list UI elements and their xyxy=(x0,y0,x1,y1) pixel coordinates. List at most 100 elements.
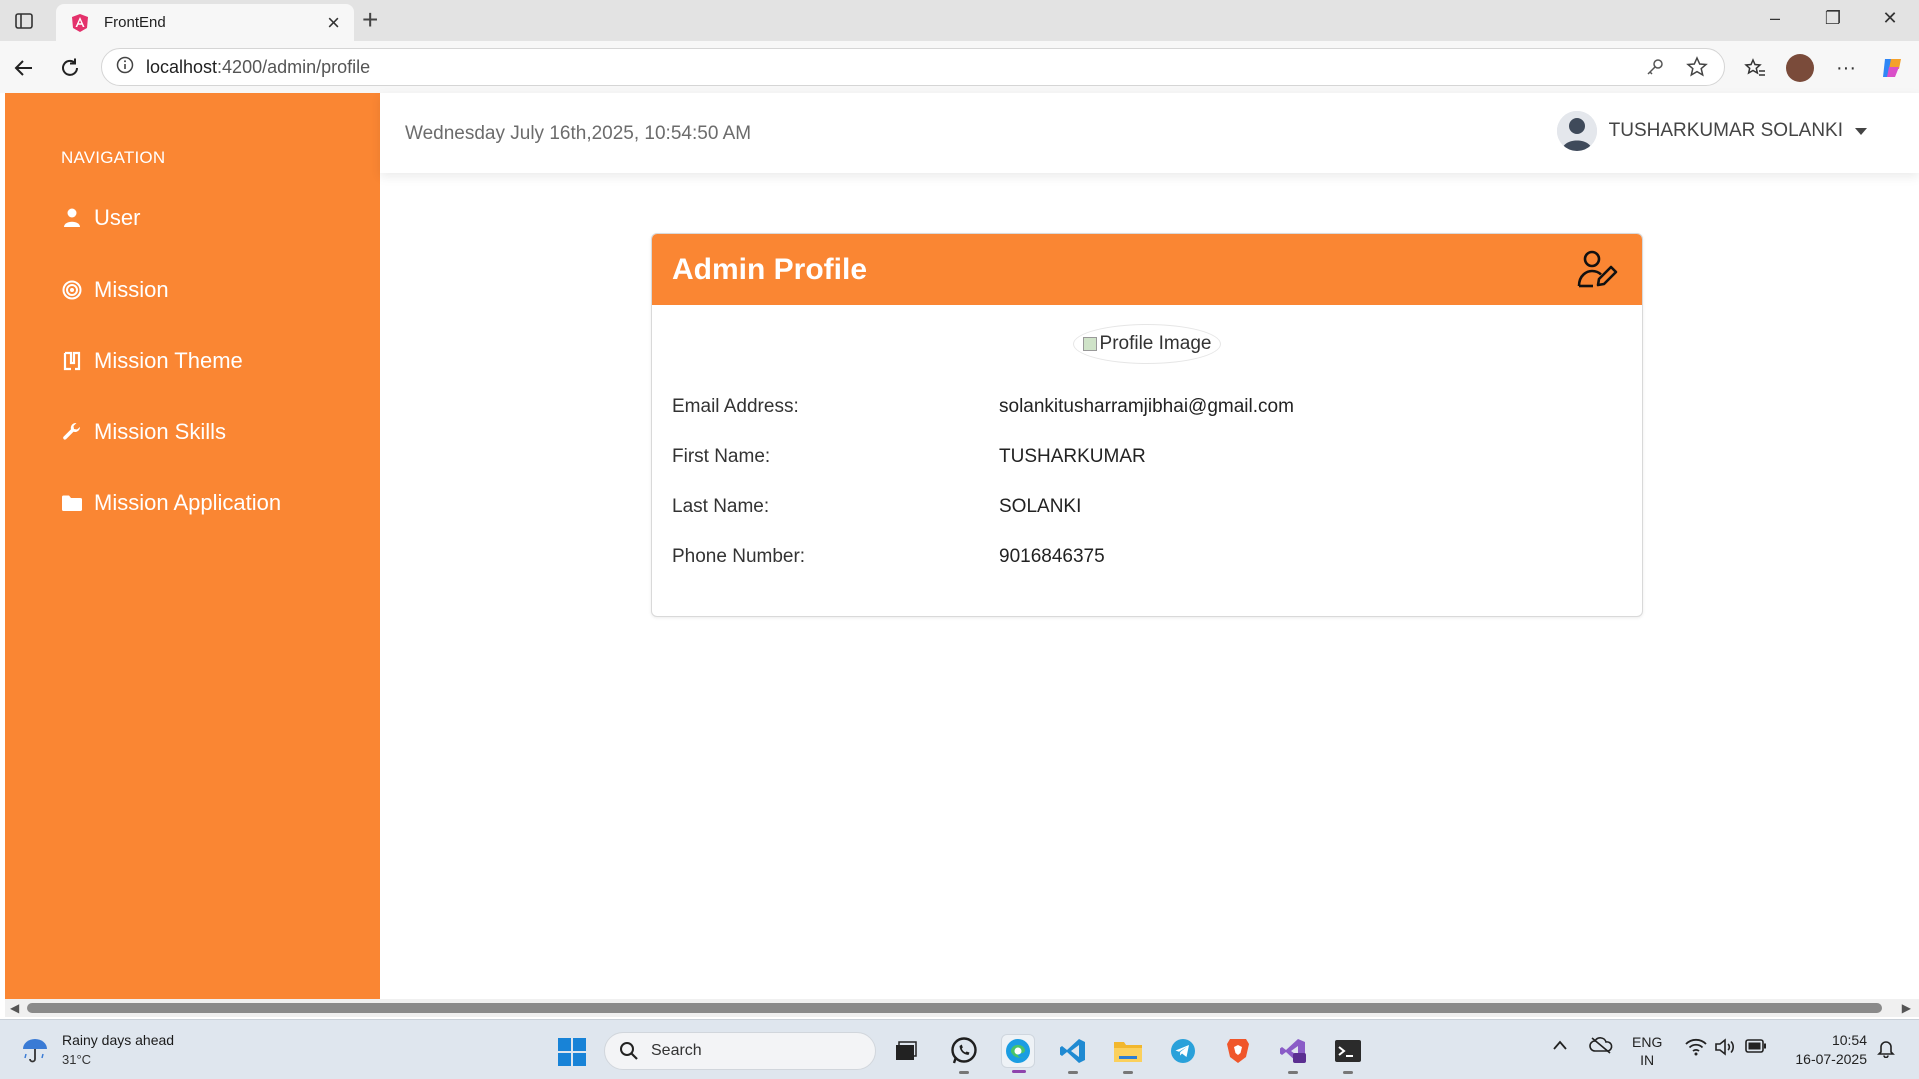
taskbar-search[interactable]: Search xyxy=(604,1032,876,1070)
rain-umbrella-icon xyxy=(23,1039,47,1063)
reload-icon[interactable] xyxy=(56,54,84,82)
user-icon xyxy=(60,206,84,230)
field-label: Last Name: xyxy=(672,496,770,517)
whatsapp-icon[interactable] xyxy=(947,1034,981,1074)
wrench-icon xyxy=(60,420,84,444)
telegram-icon[interactable] xyxy=(1166,1034,1200,1068)
field-label: Phone Number: xyxy=(672,546,806,567)
browser-toolbar: localhost:4200/admin/profile ··· xyxy=(0,41,1919,93)
wifi-icon[interactable] xyxy=(1685,1038,1707,1060)
sidebar-item-label: User xyxy=(94,205,141,230)
sidebar-item-user[interactable]: User xyxy=(60,202,140,234)
minimize-icon[interactable]: – xyxy=(1760,8,1790,29)
volume-icon[interactable] xyxy=(1714,1038,1736,1060)
new-tab-icon[interactable]: + xyxy=(362,6,378,34)
password-key-icon[interactable] xyxy=(1642,54,1668,80)
user-avatar xyxy=(1556,111,1597,151)
url-host: localhost xyxy=(146,56,218,77)
running-indicator xyxy=(1068,1071,1078,1074)
horizontal-scrollbar[interactable]: ◀ ▶ xyxy=(5,999,1919,1017)
nav-heading: NAVIGATION xyxy=(61,148,166,167)
scroll-right-icon[interactable]: ▶ xyxy=(1902,1001,1911,1015)
battery-icon[interactable] xyxy=(1745,1039,1767,1057)
lang-line2: IN xyxy=(1640,1052,1655,1068)
language-indicator[interactable]: ENG IN xyxy=(1632,1033,1662,1069)
active-indicator xyxy=(1012,1070,1026,1073)
card-header: Admin Profile xyxy=(652,234,1642,305)
onedrive-icon[interactable] xyxy=(1589,1036,1613,1058)
copilot-icon[interactable] xyxy=(1877,53,1907,83)
weather-title: Rainy days ahead xyxy=(62,1032,175,1048)
theme-icon xyxy=(60,349,84,373)
windows-taskbar: Rainy days ahead 31°C Search ENG IN 10:5… xyxy=(0,1019,1919,1079)
last-name-row: Last Name: SOLANKI xyxy=(652,482,1642,532)
task-view-icon[interactable] xyxy=(889,1034,923,1068)
vscode-icon[interactable] xyxy=(1056,1034,1090,1074)
user-menu[interactable]: TUSHARKUMAR SOLANKI xyxy=(1556,111,1867,151)
user-name: TUSHARKUMAR SOLANKI xyxy=(1608,120,1843,141)
weather-widget[interactable]: Rainy days ahead 31°C xyxy=(20,1031,174,1069)
chevron-up-icon[interactable] xyxy=(1552,1037,1568,1055)
close-tab-icon[interactable]: × xyxy=(327,11,340,34)
sidebar-item-label: Mission Skills xyxy=(94,419,227,444)
profile-avatar-icon[interactable] xyxy=(1785,53,1815,83)
terminal-icon[interactable] xyxy=(1331,1034,1365,1074)
scroll-left-icon[interactable]: ◀ xyxy=(10,1001,19,1015)
notification-bell-icon[interactable] xyxy=(1876,1038,1896,1062)
more-menu-icon[interactable]: ··· xyxy=(1831,53,1861,83)
sidebar-item-mission-theme[interactable]: Mission Theme xyxy=(60,345,243,377)
system-clock[interactable]: 10:54 16-07-2025 xyxy=(1795,1031,1867,1069)
browser-tab[interactable]: FrontEnd × xyxy=(56,4,354,41)
url-text[interactable]: localhost:4200/admin/profile xyxy=(146,57,1626,78)
running-indicator xyxy=(1123,1071,1133,1074)
sidebar-item-label: Mission Application xyxy=(94,490,282,515)
email-value: solankitusharramjibhai@gmail.com xyxy=(999,396,1294,417)
clock-time: 10:54 xyxy=(1831,1032,1867,1048)
field-label: Email Address: xyxy=(672,396,799,417)
last-name-value: SOLANKI xyxy=(999,496,1082,517)
site-info-icon[interactable] xyxy=(116,56,134,79)
favorites-icon[interactable] xyxy=(1740,53,1770,83)
sidebar-item-mission-skills[interactable]: Mission Skills xyxy=(60,416,226,448)
file-explorer-icon[interactable] xyxy=(1111,1034,1145,1074)
restore-icon[interactable]: ❐ xyxy=(1818,8,1848,29)
sidebar-item-mission-application[interactable]: Mission Application xyxy=(60,487,281,519)
lang-line1: ENG xyxy=(1632,1034,1663,1050)
target-icon xyxy=(60,278,84,302)
angular-logo-icon xyxy=(70,13,90,33)
edit-profile-icon[interactable] xyxy=(1574,246,1622,294)
running-indicator xyxy=(959,1071,969,1074)
tab-title: FrontEnd xyxy=(104,14,166,31)
scrollbar-thumb[interactable] xyxy=(27,1003,1882,1013)
clock-date: 16-07-2025 xyxy=(1795,1051,1867,1067)
favorite-star-icon[interactable] xyxy=(1684,54,1710,80)
admin-profile-card: Admin Profile Profile Image Email Addres… xyxy=(651,233,1643,617)
phone-value: 9016846375 xyxy=(999,546,1105,567)
sidebar-item-mission[interactable]: Mission xyxy=(60,274,169,306)
url-path: :4200/admin/profile xyxy=(217,56,371,77)
sidebar: NAVIGATION User Mission Mission Theme Mi… xyxy=(5,93,380,999)
start-windows-icon[interactable] xyxy=(557,1037,587,1067)
brave-browser-icon[interactable] xyxy=(1221,1034,1255,1068)
edge-browser-icon[interactable] xyxy=(1001,1034,1035,1073)
card-title: Admin Profile xyxy=(672,252,868,286)
visual-studio-icon[interactable] xyxy=(1276,1034,1310,1074)
broken-image-icon xyxy=(1082,337,1097,351)
close-window-icon[interactable]: ✕ xyxy=(1875,8,1905,29)
app-root: NAVIGATION User Mission Mission Theme Mi… xyxy=(0,93,1919,999)
folder-icon xyxy=(60,491,84,515)
tab-actions-icon[interactable] xyxy=(12,10,36,32)
first-name-value: TUSHARKUMAR xyxy=(999,446,1146,467)
browser-tab-bar: FrontEnd × + – ❐ ✕ xyxy=(0,0,1919,41)
back-icon[interactable] xyxy=(10,54,38,82)
weather-temp: 31°C xyxy=(62,1052,92,1067)
email-row: Email Address: solankitusharramjibhai@gm… xyxy=(652,382,1642,432)
sidebar-item-label: Mission Theme xyxy=(94,348,243,373)
running-indicator xyxy=(1288,1071,1298,1074)
caret-down-icon xyxy=(1855,127,1867,135)
first-name-row: First Name: TUSHARKUMAR xyxy=(652,432,1642,482)
running-indicator xyxy=(1343,1071,1353,1074)
search-placeholder: Search xyxy=(651,1042,702,1059)
address-bar[interactable]: localhost:4200/admin/profile xyxy=(101,48,1725,86)
top-header: Wednesday July 16th,2025, 10:54:50 AM TU… xyxy=(380,93,1919,173)
